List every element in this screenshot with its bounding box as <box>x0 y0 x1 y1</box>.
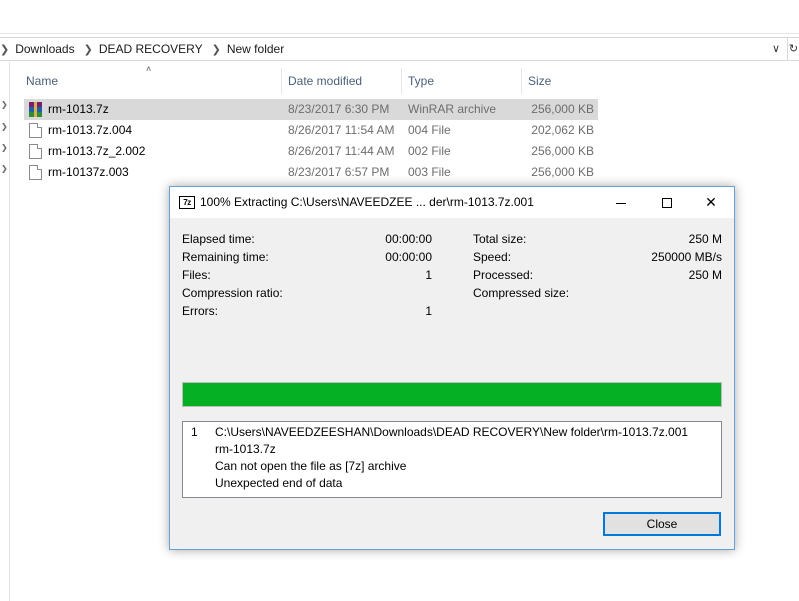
breadcrumb-downloads[interactable]: Downloads <box>15 42 74 56</box>
message-archive-path: C:\Users\NAVEEDZEESHAN\Downloads\DEAD RE… <box>215 425 689 439</box>
nav-expand-chevron-icon[interactable]: ❯ <box>1 143 8 152</box>
file-name: rm-1013.7z_2.002 <box>48 144 146 158</box>
file-type: 003 File <box>408 165 451 179</box>
total-size-value: 250 M <box>688 232 722 246</box>
window-close-button[interactable]: ✕ <box>688 187 734 218</box>
column-header-size[interactable]: Size <box>522 68 600 94</box>
close-icon: ✕ <box>705 194 717 210</box>
elapsed-time-label: Elapsed time: <box>182 232 255 246</box>
file-icon <box>29 165 42 180</box>
files-label: Files: <box>182 268 211 282</box>
dialog-title: 100% Extracting C:\Users\NAVEEDZEE ... d… <box>200 195 534 209</box>
explorer-toolbar <box>0 0 799 34</box>
errors-value: 1 <box>425 304 432 318</box>
breadcrumb-dead-recovery[interactable]: DEAD RECOVERY <box>99 42 203 56</box>
file-type: WinRAR archive <box>408 102 497 116</box>
breadcrumb: ❯ Downloads ❯ DEAD RECOVERY ❯ New folder <box>0 38 293 60</box>
file-size: 256,000 KB <box>531 144 594 158</box>
file-row[interactable]: rm-1013.7z 8/23/2017 6:30 PM WinRAR arch… <box>24 99 598 120</box>
progress-bar <box>182 382 722 407</box>
file-size: 256,000 KB <box>531 102 594 116</box>
refresh-icon[interactable]: ↻ <box>787 38 799 60</box>
errors-label: Errors: <box>182 304 218 318</box>
processed-label: Processed: <box>473 268 534 282</box>
column-header-type[interactable]: Type <box>402 68 522 94</box>
processed-value: 250 M <box>688 268 722 282</box>
message-archive-name: rm-1013.7z <box>215 442 276 456</box>
total-size-label: Total size: <box>473 232 527 246</box>
speed-value: 250000 MB/s <box>651 250 722 264</box>
extraction-dialog: 7z 100% Extracting C:\Users\NAVEEDZEE ..… <box>169 186 735 550</box>
file-list: rm-1013.7z 8/23/2017 6:30 PM WinRAR arch… <box>24 99 598 183</box>
file-icon <box>29 144 42 159</box>
file-date: 8/23/2017 6:30 PM <box>288 102 390 116</box>
navigation-pane: ❯ ❯ ❯ ❯ <box>0 62 10 601</box>
winrar-archive-icon <box>29 102 42 117</box>
file-row[interactable]: rm-1013.7z.004 8/26/2017 11:54 AM 004 Fi… <box>24 120 598 141</box>
file-date: 8/26/2017 11:54 AM <box>288 123 395 137</box>
file-name: rm-1013.7z <box>48 102 109 116</box>
message-number: 1 <box>191 425 198 439</box>
file-name: rm-1013.7z.004 <box>48 123 133 137</box>
minimize-button[interactable] <box>598 187 644 218</box>
file-name: rm-10137z.003 <box>48 165 129 179</box>
column-header-date-modified[interactable]: Date modified <box>282 68 402 94</box>
error-message-list[interactable]: 1 C:\Users\NAVEEDZEESHAN\Downloads\DEAD … <box>182 421 722 498</box>
dialog-title-bar[interactable]: 7z 100% Extracting C:\Users\NAVEEDZEE ..… <box>170 187 734 218</box>
address-bar[interactable]: ❯ Downloads ❯ DEAD RECOVERY ❯ New folder… <box>0 37 799 61</box>
file-row[interactable]: rm-1013.7z_2.002 8/26/2017 11:44 AM 002 … <box>24 141 598 162</box>
breadcrumb-new-folder[interactable]: New folder <box>227 42 284 56</box>
7zip-app-icon: 7z <box>179 196 195 209</box>
remaining-time-label: Remaining time: <box>182 250 269 264</box>
column-header-name[interactable]: Name <box>20 68 282 94</box>
address-history-chevron-down-icon[interactable]: ∨ <box>769 41 783 55</box>
remaining-time-value: 00:00:00 <box>385 250 432 264</box>
speed-label: Speed: <box>473 250 512 264</box>
file-list-header: ˄ Name Date modified Type Size <box>20 64 600 94</box>
file-type: 004 File <box>408 123 451 137</box>
compressed-size-label: Compressed size: <box>473 286 570 300</box>
elapsed-time-value: 00:00:00 <box>385 232 432 246</box>
file-date: 8/26/2017 11:44 AM <box>288 144 395 158</box>
message-error-open: Can not open the file as [7z] archive <box>215 459 407 473</box>
maximize-button[interactable] <box>644 187 690 218</box>
breadcrumb-chevron-icon[interactable]: ❯ <box>0 43 9 56</box>
progress-bar-fill <box>183 383 721 406</box>
file-date: 8/23/2017 6:57 PM <box>288 165 390 179</box>
maximize-icon <box>662 198 672 209</box>
file-size: 256,000 KB <box>531 165 594 179</box>
compression-ratio-label: Compression ratio: <box>182 286 283 300</box>
breadcrumb-chevron-icon[interactable]: ❯ <box>84 43 93 56</box>
files-value: 1 <box>425 268 432 282</box>
file-row[interactable]: rm-10137z.003 8/23/2017 6:57 PM 003 File… <box>24 162 598 183</box>
breadcrumb-chevron-icon[interactable]: ❯ <box>212 43 221 56</box>
nav-expand-chevron-icon[interactable]: ❯ <box>1 122 8 131</box>
file-size: 202,062 KB <box>531 123 594 137</box>
minimize-icon <box>616 202 626 204</box>
nav-expand-chevron-icon[interactable]: ❯ <box>1 100 8 109</box>
nav-expand-chevron-icon[interactable]: ❯ <box>1 164 8 173</box>
file-type: 002 File <box>408 144 451 158</box>
close-button[interactable]: Close <box>603 512 721 536</box>
message-error-eod: Unexpected end of data <box>215 476 343 490</box>
file-icon <box>29 123 42 138</box>
